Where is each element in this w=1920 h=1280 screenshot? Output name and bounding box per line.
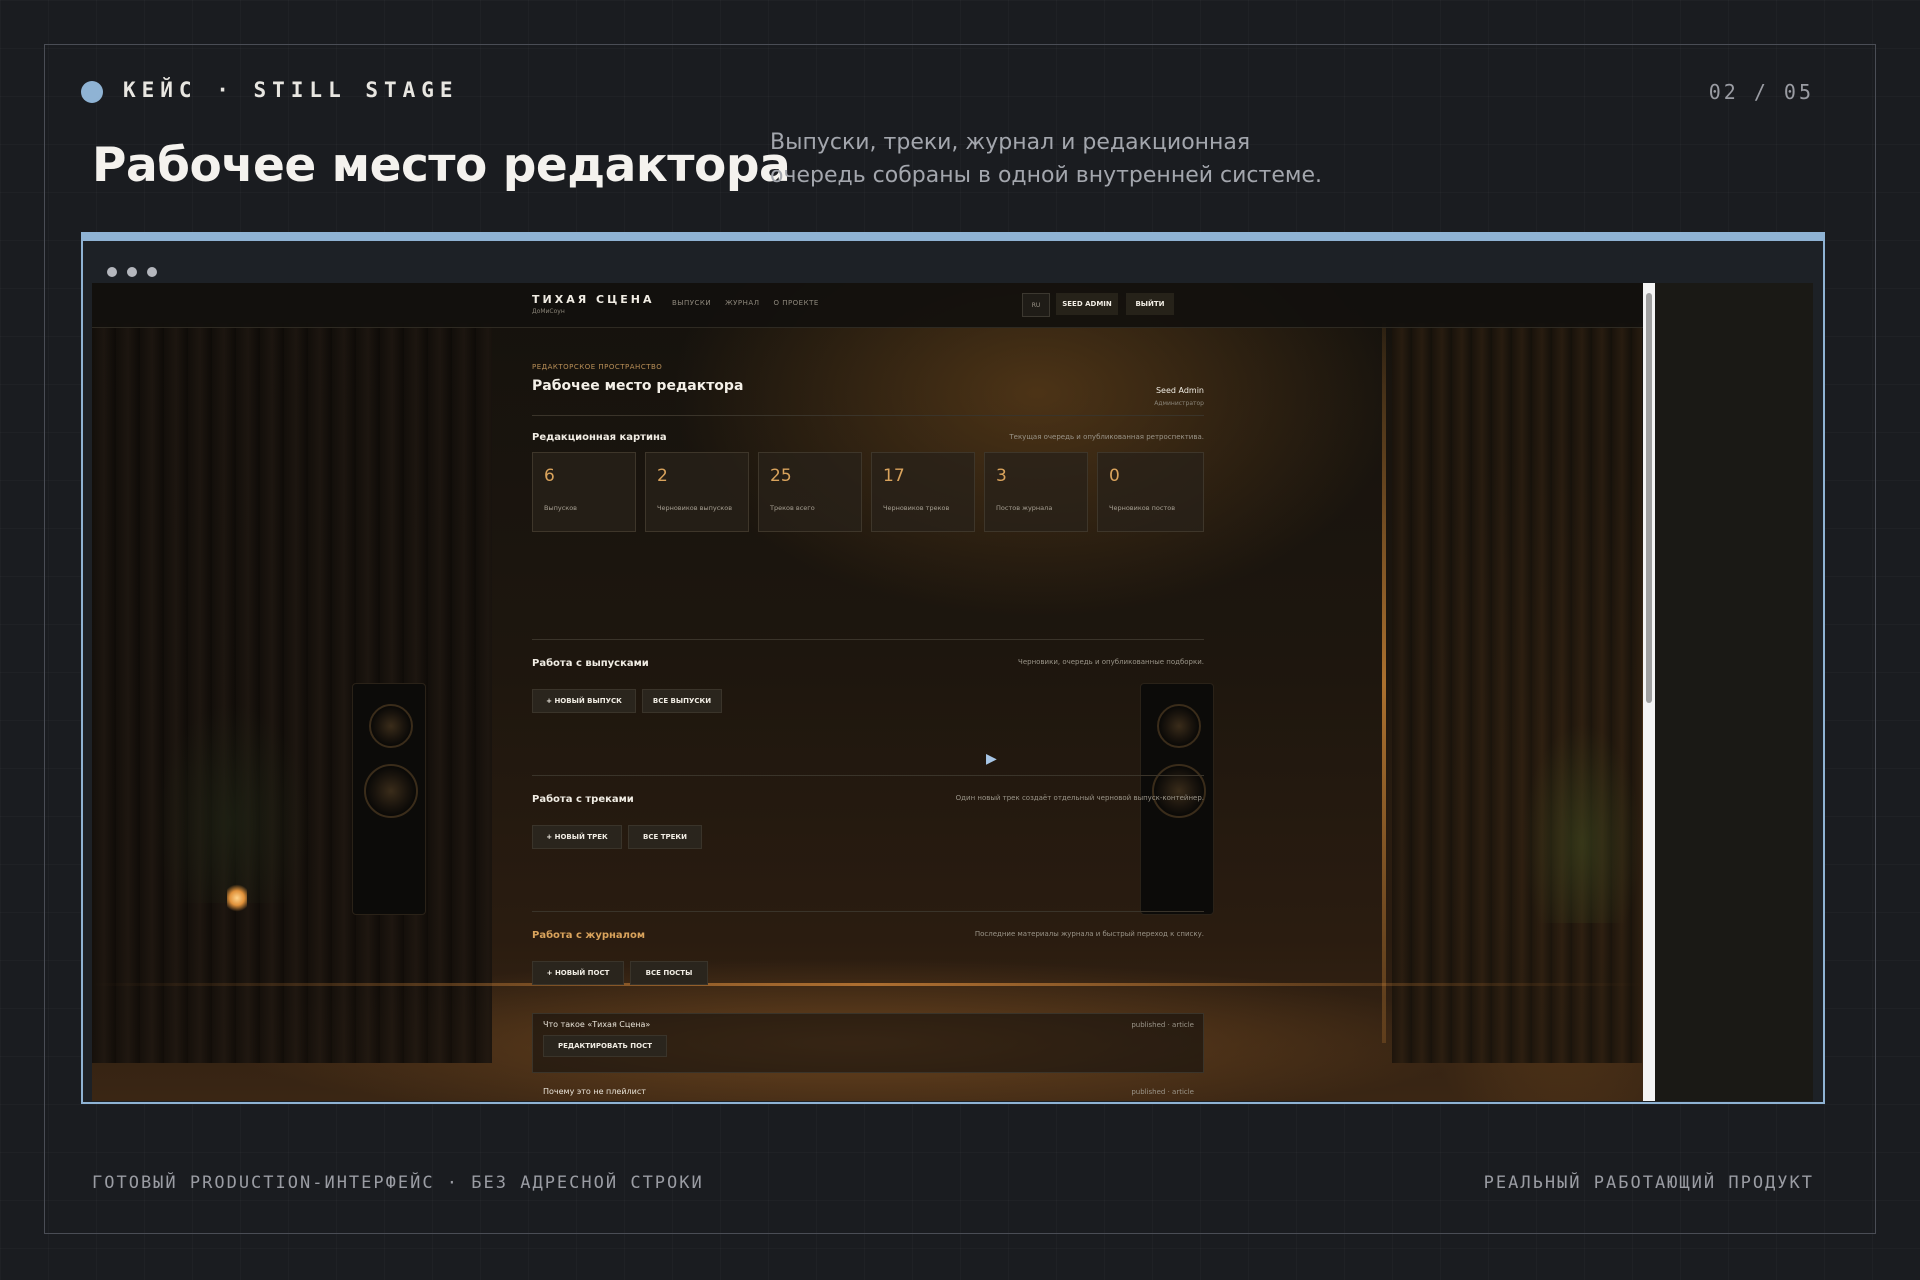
releases-title: Работа с выпусками — [532, 658, 649, 669]
page-title: Рабочее место редактора — [532, 378, 744, 394]
stat-label: Выпусков — [544, 504, 577, 512]
tracks-title: Работа с треками — [532, 794, 634, 805]
stat-card: 17 Черновиков треков — [871, 452, 975, 532]
stat-value: 25 — [770, 466, 792, 486]
brand-subtitle: ДоМиСоун — [532, 308, 565, 315]
stat-label: Постов журнала — [996, 504, 1053, 512]
stat-value: 6 — [544, 466, 555, 486]
overview-title: Редакционная картина — [532, 432, 667, 443]
case-dot-icon — [81, 81, 103, 103]
candle-icon — [227, 883, 247, 913]
divider — [532, 639, 1204, 640]
stage-edge — [92, 983, 1643, 986]
stat-card: 2 Черновиков выпусков — [645, 452, 749, 532]
post-title[interactable]: Почему это не плейлист — [543, 1087, 646, 1096]
user-role: Администратор — [1154, 400, 1204, 407]
user-name: Seed Admin — [1155, 386, 1204, 395]
mouse-cursor-icon: ▶ — [986, 751, 997, 767]
post-title[interactable]: Что такое «Тихая Сцена» — [543, 1020, 650, 1029]
stage-background: ТИХАЯ СЦЕНА ДоМиСоун ВЫПУСКИ ЖУРНАЛ О ПР… — [92, 283, 1643, 1101]
stat-card: 0 Черновиков постов — [1097, 452, 1204, 532]
browser-window: ТИХАЯ СЦЕНА ДоМиСоун ВЫПУСКИ ЖУРНАЛ О ПР… — [81, 232, 1825, 1104]
app-top-nav: ТИХАЯ СЦЕНА ДоМиСоун ВЫПУСКИ ЖУРНАЛ О ПР… — [92, 283, 1643, 328]
stat-value: 3 — [996, 466, 1007, 486]
scrollbar-thumb[interactable] — [1646, 293, 1652, 703]
all-releases-button[interactable]: ВСЕ ВЫПУСКИ — [642, 689, 722, 713]
curtain-right — [1392, 323, 1642, 1063]
speaker-cone-icon — [364, 764, 418, 818]
light-strip — [1382, 323, 1386, 1043]
divider — [532, 775, 1204, 776]
speaker-cone-icon — [369, 704, 413, 748]
new-release-button[interactable]: + НОВЫЙ ВЫПУСК — [532, 689, 636, 713]
nav-link-releases[interactable]: ВЫПУСКИ — [672, 299, 711, 307]
speaker-cone-icon — [1152, 764, 1206, 818]
window-dot-icon[interactable] — [127, 267, 137, 277]
post-meta: published · article — [1131, 1021, 1194, 1029]
logout-button[interactable]: ВЫЙТИ — [1126, 293, 1174, 315]
section-eyebrow: РЕДАКТОРСКОЕ ПРОСТРАНСТВО — [532, 363, 663, 371]
all-posts-button[interactable]: ВСЕ ПОСТЫ — [630, 961, 708, 985]
slide-counter: 02 / 05 — [1708, 80, 1814, 104]
stat-card: 3 Постов журнала — [984, 452, 1088, 532]
all-tracks-button[interactable]: ВСЕ ТРЕКИ — [628, 825, 702, 849]
speaker-cone-icon — [1157, 704, 1201, 748]
tracks-desc: Один новый трек создаёт отдельный чернов… — [955, 794, 1204, 802]
slide-subtitle: Выпуски, треки, журнал и редакционная оч… — [770, 130, 1322, 188]
divider — [532, 415, 1204, 416]
brand-logo[interactable]: ТИХАЯ СЦЕНА — [532, 293, 655, 306]
new-post-button[interactable]: + НОВЫЙ ПОСТ — [532, 961, 624, 985]
footer-right-caption: РЕАЛЬНЫЙ РАБОТАЮЩИЙ ПРОДУКТ — [1483, 1173, 1814, 1193]
stat-label: Черновиков постов — [1109, 504, 1176, 512]
slide-title: Рабочее место редактора — [92, 138, 791, 193]
new-track-button[interactable]: + НОВЫЙ ТРЕК — [532, 825, 622, 849]
stat-label: Черновиков выпусков — [657, 504, 733, 512]
journal-title: Работа с журналом — [532, 930, 646, 941]
window-dot-icon[interactable] — [107, 267, 117, 277]
releases-desc: Черновики, очередь и опубликованные подб… — [1018, 658, 1204, 666]
user-button[interactable]: SEED ADMIN — [1056, 293, 1118, 315]
app-viewport: ТИХАЯ СЦЕНА ДоМиСоун ВЫПУСКИ ЖУРНАЛ О ПР… — [92, 283, 1813, 1101]
footer-left-caption: ГОТОВЫЙ PRODUCTION-ИНТЕРФЕЙС · БЕЗ АДРЕС… — [92, 1173, 704, 1193]
edit-post-button[interactable]: РЕДАКТИРОВАТЬ ПОСТ — [543, 1035, 667, 1057]
stat-card: 6 Выпусков — [532, 452, 636, 532]
window-controls — [107, 267, 157, 277]
nav-link-journal[interactable]: ЖУРНАЛ — [725, 299, 759, 307]
post-meta: published · article — [1131, 1088, 1194, 1096]
stat-label: Черновиков треков — [883, 504, 950, 512]
language-button[interactable]: RU — [1022, 293, 1050, 317]
overview-desc: Текущая очередь и опубликованная ретросп… — [1009, 433, 1204, 441]
stat-value: 17 — [883, 466, 905, 486]
divider — [532, 911, 1204, 912]
viewport-right-panel — [1655, 283, 1813, 1101]
stat-value: 0 — [1109, 466, 1120, 486]
speaker-left — [352, 683, 426, 915]
plant-right — [1522, 723, 1642, 923]
stat-value: 2 — [657, 466, 668, 486]
scrollbar[interactable] — [1643, 283, 1655, 1101]
curtain-left — [92, 323, 492, 1063]
journal-desc: Последние материалы журнала и быстрый пе… — [974, 930, 1204, 938]
nav-link-about[interactable]: О ПРОЕКТЕ — [773, 299, 818, 307]
case-label: КЕЙС · STILL STAGE — [123, 78, 459, 102]
window-dot-icon[interactable] — [147, 267, 157, 277]
plant-left — [152, 703, 312, 903]
stat-label: Треков всего — [770, 504, 815, 512]
nav-links: ВЫПУСКИ ЖУРНАЛ О ПРОЕКТЕ — [672, 299, 819, 307]
stat-card: 25 Треков всего — [758, 452, 862, 532]
